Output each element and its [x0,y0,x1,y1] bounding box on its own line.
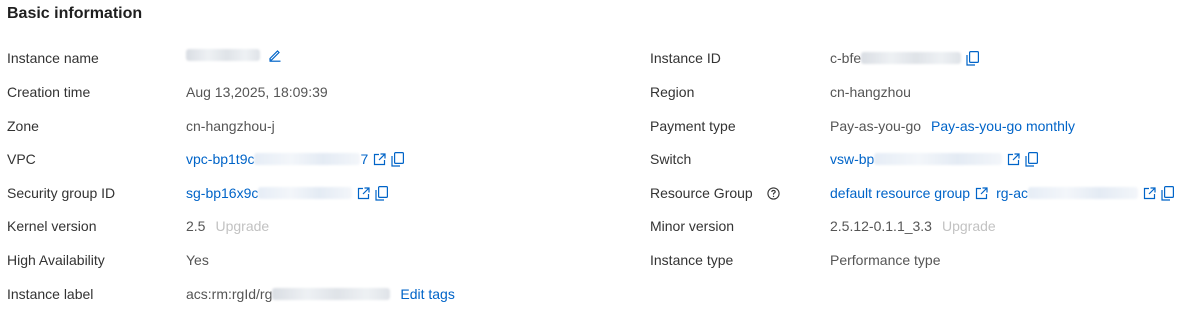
copy-icon[interactable] [375,185,389,201]
minor-upgrade-button[interactable]: Upgrade [942,216,996,236]
instance-label-text: acs:rm:rgId/rg [186,286,273,302]
instance-type-value: Performance type [830,252,941,268]
switch-redacted [874,153,1003,165]
default-resource-group-link[interactable]: default resource group [830,183,970,203]
security-group-value: sg-bp16x9c [186,183,389,203]
zone-value: cn-hangzhou-j [186,118,275,134]
instance-name-label: Instance name [7,50,99,66]
copy-icon[interactable] [1161,185,1174,201]
security-group-link[interactable]: sg-bp16x9c [186,183,258,203]
resource-group-label: Resource Group [650,185,753,201]
external-link-icon[interactable] [1007,152,1020,166]
creation-time-value: Aug 13,2025, 18:09:39 [186,84,328,100]
resource-group-id-redacted [1028,187,1138,199]
switch-value: vsw-bp [830,149,1039,169]
copy-icon[interactable] [1025,151,1039,167]
external-link-icon[interactable] [357,186,370,200]
switch-label: Switch [650,151,692,167]
instance-label-redacted [272,288,391,300]
section-title: Basic information [7,5,143,22]
vpc-link[interactable]: vpc-bp1t9c [186,149,254,169]
zone-label: Zone [7,118,39,134]
vpc-redacted [254,153,361,165]
vpc-value: vpc-bp1t9c 7 [186,149,405,169]
instance-name-value [186,48,282,62]
security-group-redacted [258,187,353,199]
edit-icon[interactable] [268,48,282,62]
copy-icon[interactable] [391,151,405,167]
kernel-version-number: 2.5 [186,218,206,234]
vpc-link-suffix[interactable]: 7 [360,149,368,169]
creation-time-label: Creation time [7,84,91,100]
payment-type-text: Pay-as-you-go [830,118,922,134]
resource-group-label-wrap: Resource Group [650,183,780,203]
edit-tags-link[interactable]: Edit tags [400,284,454,304]
kernel-upgrade-button[interactable]: Upgrade [215,216,269,236]
pay-as-you-go-monthly-link[interactable]: Pay-as-you-go monthly [931,116,1075,136]
region-value: cn-hangzhou [830,84,911,100]
instance-id-text: c-bfe [830,50,862,66]
instance-type-label: Instance type [650,252,734,268]
security-group-label: Security group ID [7,185,116,201]
instance-label-value: acs:rm:rgId/rg Edit tags [186,284,455,304]
instance-label-label: Instance label [7,286,94,302]
payment-type-value: Pay-as-you-go Pay-as-you-go monthly [830,116,1075,136]
help-icon[interactable] [767,186,780,200]
minor-version-number: 2.5.12-0.1.1_3.3 [830,218,932,234]
instance-id-redacted [861,52,962,64]
instance-name-redacted [186,49,260,61]
resource-group-value: default resource group rg-ac [830,183,1174,203]
switch-link[interactable]: vsw-bp [830,149,874,169]
high-availability-label: High Availability [7,252,105,268]
copy-icon[interactable] [966,50,980,66]
payment-type-label: Payment type [650,118,736,134]
high-availability-value: Yes [186,252,209,268]
minor-version-label: Minor version [650,218,735,234]
instance-id-value: c-bfe [830,48,980,68]
region-label: Region [650,84,695,100]
external-link-icon[interactable] [1143,186,1156,200]
external-link-icon[interactable] [373,152,386,166]
resource-group-id-link[interactable]: rg-ac [996,183,1028,203]
kernel-version-value: 2.5 Upgrade [186,216,269,236]
kernel-version-label: Kernel version [7,218,97,234]
external-link-icon[interactable] [975,186,988,200]
minor-version-value: 2.5.12-0.1.1_3.3 Upgrade [830,216,996,236]
vpc-label: VPC [7,151,36,167]
instance-id-label: Instance ID [650,50,721,66]
